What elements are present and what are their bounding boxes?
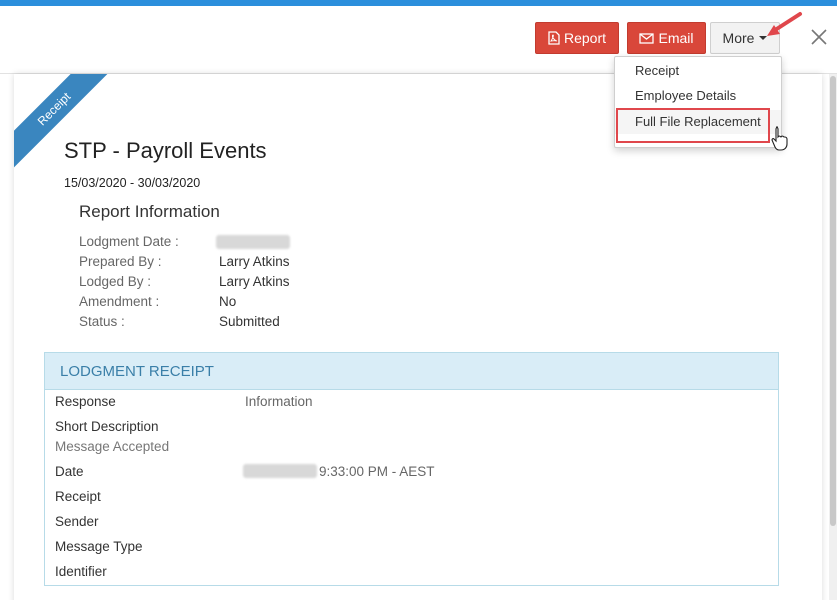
lodgment-date-label: Lodgment Date : bbox=[79, 234, 179, 249]
lodged-by-value: Larry Atkins bbox=[219, 274, 290, 289]
red-arrow-annotation-icon bbox=[767, 12, 802, 36]
more-button-label: More bbox=[722, 30, 755, 46]
menu-item-employee-details[interactable]: Employee Details bbox=[615, 84, 781, 108]
date-redacted bbox=[243, 464, 317, 478]
email-button[interactable]: Email bbox=[627, 22, 706, 54]
envelope-icon bbox=[639, 32, 655, 44]
highlight-annotation-box bbox=[616, 108, 770, 143]
lodgment-date-redacted bbox=[216, 235, 290, 249]
response-label: Response bbox=[55, 394, 116, 409]
amendment-label: Amendment : bbox=[79, 294, 160, 309]
response-value: Information bbox=[245, 394, 313, 409]
message-type-label: Message Type bbox=[55, 539, 143, 554]
status-value: Submitted bbox=[219, 314, 280, 329]
lodgment-receipt-panel: LODGMENT RECEIPT Response Information Sh… bbox=[44, 352, 779, 586]
scrollbar-thumb[interactable] bbox=[830, 76, 836, 526]
sender-label: Sender bbox=[55, 514, 99, 529]
amendment-value: No bbox=[219, 294, 237, 309]
report-title: STP - Payroll Events bbox=[64, 138, 267, 163]
report-period: 15/03/2020 - 30/03/2020 bbox=[64, 176, 201, 190]
pdf-file-icon bbox=[548, 31, 560, 45]
lodgment-receipt-heading: LODGMENT RECEIPT bbox=[45, 353, 778, 390]
hand-cursor-icon bbox=[771, 126, 788, 151]
short-description-label: Short Description bbox=[55, 419, 159, 434]
lodged-by-label: Lodged By : bbox=[79, 274, 152, 289]
receipt-label: Receipt bbox=[55, 489, 101, 504]
menu-item-receipt[interactable]: Receipt bbox=[615, 59, 781, 83]
close-icon[interactable] bbox=[810, 28, 828, 46]
report-button-label: Report bbox=[563, 30, 607, 46]
report-information-heading: Report Information bbox=[79, 202, 220, 221]
date-label: Date bbox=[55, 464, 84, 479]
identifier-label: Identifier bbox=[55, 564, 107, 579]
prepared-by-value: Larry Atkins bbox=[219, 254, 290, 269]
date-time-value: 9:33:00 PM - AEST bbox=[319, 464, 435, 479]
status-label: Status : bbox=[79, 314, 125, 329]
short-description-value: Message Accepted bbox=[55, 439, 170, 454]
report-button[interactable]: Report bbox=[535, 22, 619, 54]
email-button-label: Email bbox=[658, 30, 694, 46]
prepared-by-label: Prepared By : bbox=[79, 254, 162, 269]
